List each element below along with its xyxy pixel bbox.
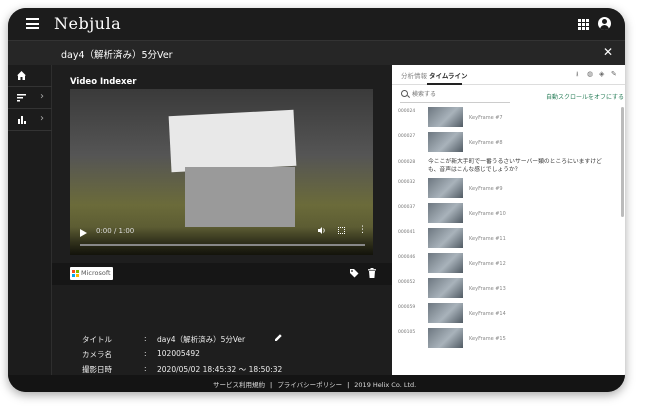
keyframe-thumbnail[interactable] <box>428 328 463 348</box>
timeline-timestamp: 000028 <box>398 160 416 165</box>
timeline-timestamp: 000027 <box>398 134 416 139</box>
meta-colon: : <box>144 349 147 358</box>
volume-icon[interactable] <box>317 226 326 235</box>
keyframe-label: KeyFrame #9 <box>469 186 503 192</box>
close-icon[interactable]: ✕ <box>603 45 613 59</box>
meta-label: 撮影日時 <box>82 365 112 374</box>
autoscroll-toggle-link[interactable]: 自動スクロールをオフにする <box>546 92 624 101</box>
video-frame-tray <box>185 167 295 227</box>
tab-timeline[interactable]: タイムライン <box>429 70 468 80</box>
keyframe-label: KeyFrame #11 <box>469 236 506 242</box>
terms-link[interactable]: サービス利用規約 <box>213 381 265 389</box>
timeline-timestamp: 000041 <box>398 230 416 235</box>
meta-label: カメラ名 <box>82 350 112 359</box>
footer-separator: | <box>347 381 350 389</box>
search-underline <box>400 102 510 103</box>
search-icon <box>401 90 408 97</box>
bar-chart-icon <box>18 116 26 124</box>
insights-pane: 分析情報 タイムライン ⭳ ◍ ◈ ✎ 自動スクロールをオフにする 000024… <box>392 65 625 375</box>
video-title: day4（解析済み）5分Ver <box>61 50 173 61</box>
timeline-timestamp: 000052 <box>398 280 416 285</box>
keyframe-thumbnail[interactable] <box>428 132 463 152</box>
insights-tabs: 分析情報 タイムライン ⭳ ◍ ◈ ✎ <box>392 65 625 85</box>
timeline-timestamp: 000059 <box>398 305 416 310</box>
video-time: 0:00 / 1:00 <box>96 227 135 235</box>
chevron-right-icon: › <box>40 113 44 124</box>
keyframe-label: KeyFrame #8 <box>469 140 503 146</box>
app-window: Nebjula day4（解析済み）5分Ver ✕ › › Video Inde… <box>8 8 625 392</box>
timeline-search-row: 自動スクロールをオフにする <box>392 87 625 103</box>
side-nav: › › <box>8 65 52 375</box>
microsoft-badge: Microsoft <box>70 267 113 280</box>
layers-icon[interactable]: ◈ <box>599 70 604 78</box>
timeline-timestamp: 000046 <box>398 255 416 260</box>
privacy-link[interactable]: プライバシーポリシー <box>277 381 342 389</box>
video-indexer-heading: Video Indexer <box>70 77 137 87</box>
meta-colon: : <box>144 334 147 343</box>
home-icon <box>17 71 26 80</box>
meta-colon: : <box>144 364 147 373</box>
keyframe-thumbnail[interactable] <box>428 203 463 223</box>
pencil-icon[interactable]: ✎ <box>611 70 617 78</box>
microsoft-logo-icon <box>72 270 79 277</box>
pencil-edit-icon[interactable] <box>274 333 283 342</box>
nav-item-home[interactable] <box>8 65 52 87</box>
keyframe-thumbnail[interactable] <box>428 228 463 248</box>
meta-value: day4（解析済み）5分Ver <box>157 335 246 344</box>
meta-value: 102005492 <box>157 349 200 358</box>
account-avatar-icon[interactable] <box>598 17 611 30</box>
globe-icon[interactable]: ◍ <box>587 70 593 78</box>
keyframe-thumbnail[interactable] <box>428 178 463 198</box>
copyright-text: 2019 Helix Co. Ltd. <box>354 381 417 389</box>
timeline-scrollbar[interactable] <box>621 107 624 217</box>
keyframe-label: KeyFrame #10 <box>469 211 506 217</box>
footer-links: サービス利用規約 | プライバシーポリシー | 2019 Helix Co. Ltd. <box>213 379 416 389</box>
keyframe-label: KeyFrame #13 <box>469 286 506 292</box>
tag-icon[interactable] <box>349 268 359 278</box>
transcript-text: 今ここが新大手町で一番うるさいサーバー類のところにいますけども、音声はこんな感じ… <box>428 159 602 173</box>
download-icon[interactable]: ⭳ <box>576 70 578 81</box>
more-vertical-icon[interactable]: ⋮ <box>358 226 367 235</box>
fullscreen-icon[interactable] <box>338 227 345 234</box>
top-bar: Nebjula <box>8 8 625 40</box>
hamburger-menu-icon[interactable] <box>26 18 39 29</box>
keyframe-thumbnail[interactable] <box>428 107 463 127</box>
keyframe-label: KeyFrame #12 <box>469 261 506 267</box>
app-logo[interactable]: Nebjula <box>54 14 121 33</box>
keyframe-thumbnail[interactable] <box>428 253 463 273</box>
timeline-timestamp: 000105 <box>398 330 416 335</box>
keyframe-label: KeyFrame #14 <box>469 311 506 317</box>
nav-item-filter[interactable]: › <box>8 87 52 109</box>
play-icon[interactable] <box>80 229 87 237</box>
video-toolbar: Microsoft <box>52 263 392 285</box>
sort-lines-icon <box>17 94 26 102</box>
footer-separator: | <box>270 381 273 389</box>
timeline-timestamp: 000032 <box>398 180 416 185</box>
active-tab-indicator <box>427 83 462 85</box>
chevron-right-icon: › <box>40 91 44 102</box>
video-frame-paper <box>168 109 297 173</box>
timeline-timestamp: 000037 <box>398 205 416 210</box>
video-player[interactable]: 0:00 / 1:00 ⋮ <box>70 89 373 255</box>
keyframe-label: KeyFrame #7 <box>469 115 503 121</box>
keyframe-thumbnail[interactable] <box>428 303 463 323</box>
timeline-list: 000024 KeyFrame #7 000027 KeyFrame #8 00… <box>392 107 625 375</box>
nav-item-stats[interactable]: › <box>8 109 52 131</box>
tab-insights[interactable]: 分析情報 <box>401 70 427 80</box>
video-title-bar: day4（解析済み）5分Ver ✕ <box>8 40 625 65</box>
video-progress-bar[interactable] <box>80 244 365 246</box>
trash-icon[interactable] <box>368 268 376 278</box>
main-pane: Video Indexer 0:00 / 1:00 ⋮ Microsoft タイ… <box>52 65 392 375</box>
footer: サービス利用規約 | プライバシーポリシー | 2019 Helix Co. Ltd. <box>8 375 625 392</box>
timeline-search-input[interactable] <box>412 89 512 100</box>
meta-label: タイトル <box>82 335 112 344</box>
keyframe-thumbnail[interactable] <box>428 278 463 298</box>
keyframe-label: KeyFrame #15 <box>469 336 506 342</box>
apps-grid-icon[interactable] <box>578 19 589 30</box>
timeline-timestamp: 000024 <box>398 109 416 114</box>
meta-value: 2020/05/02 18:45:32 ～ 18:50:32 <box>157 365 283 374</box>
microsoft-label: Microsoft <box>81 269 111 277</box>
